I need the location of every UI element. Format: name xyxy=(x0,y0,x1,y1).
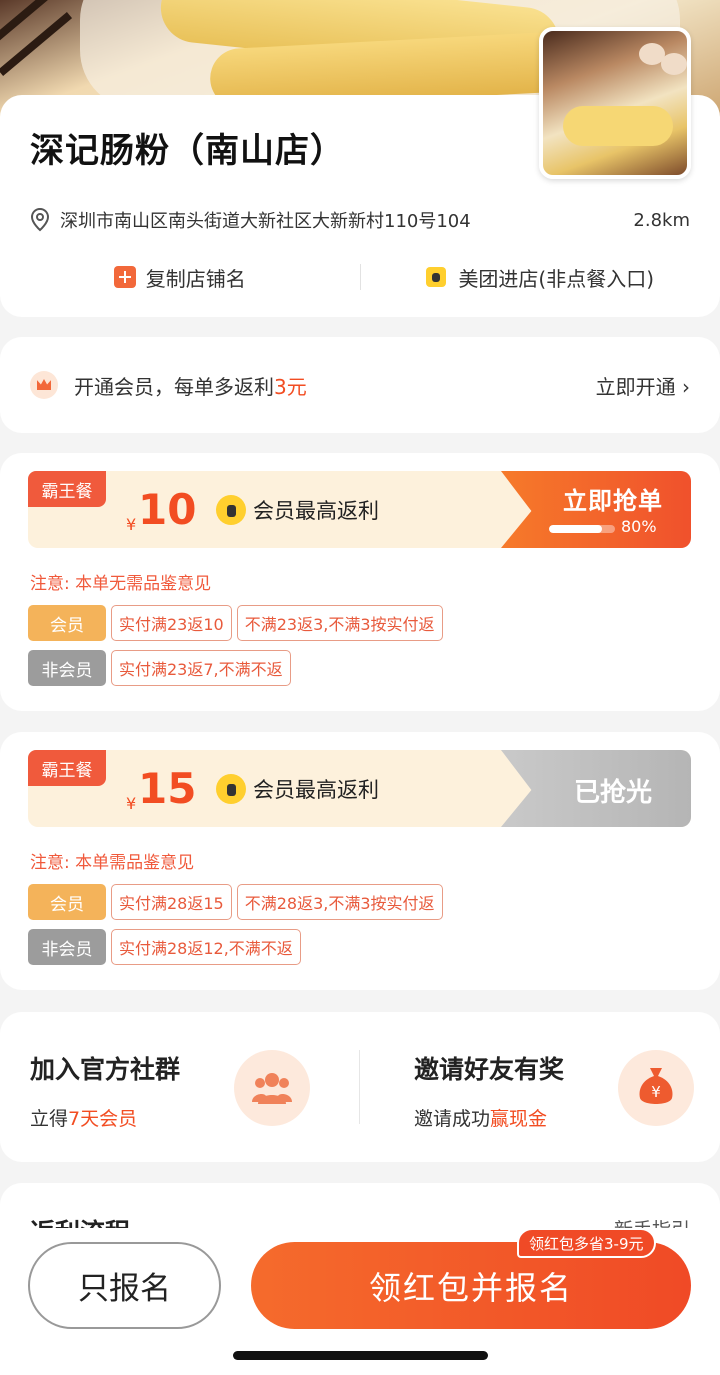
store-thumbnail[interactable] xyxy=(539,27,691,179)
money-bag-icon-wrapper: ¥ xyxy=(618,1050,694,1126)
group-icon xyxy=(252,1073,292,1104)
nonmember-rule: 实付满28返12,不满不返 xyxy=(111,929,301,965)
deal-bar: ¥ 10 会员最高返利 立即抢单 80% xyxy=(28,471,691,548)
location-pin-icon xyxy=(30,208,50,232)
nonmember-rules-row: 非会员 实付满23返7,不满不返 xyxy=(28,649,291,687)
deal-card: 霸王餐 ¥ 15 会员最高返利 已抢光 注意: 本单需品鉴意见 会员 实付满28… xyxy=(0,732,720,990)
community-subtitle: 立得7天会员 xyxy=(30,1108,138,1130)
copy-store-name-button[interactable]: 复制店铺名 xyxy=(0,263,360,292)
store-actions: 复制店铺名 美团进店(非点餐入口) xyxy=(0,255,720,299)
deal-note: 注意: 本单需品鉴意见 xyxy=(30,853,195,873)
membership-text: 开通会员，每单多返利3元 xyxy=(74,374,307,399)
member-rules-row: 会员 实付满23返10 不满23返3,不满3按实付返 xyxy=(28,604,443,642)
currency-symbol: ¥ xyxy=(126,515,137,534)
home-indicator xyxy=(233,1351,488,1360)
stock-progress-fill xyxy=(549,525,602,533)
nonmember-rule: 实付满23返7,不满不返 xyxy=(111,650,291,686)
currency-symbol: ¥ xyxy=(126,794,137,813)
max-rebate-label: 会员最高返利 xyxy=(253,499,379,523)
promo-card: 加入官方社群 立得7天会员 邀请好友有奖 邀请成功赢现金 ¥ xyxy=(0,1012,720,1162)
member-rule: 实付满28返15 xyxy=(111,884,232,920)
membership-banner[interactable]: 开通会员，每单多返利3元 立即开通 › xyxy=(0,337,720,433)
store-name: 深记肠粉（南山店） xyxy=(30,131,345,171)
group-icon-wrapper xyxy=(234,1050,310,1126)
invite-subtitle: 邀请成功赢现金 xyxy=(414,1108,548,1130)
kangaroo-icon xyxy=(216,495,246,525)
member-rule: 实付满23返10 xyxy=(111,605,232,641)
svg-text:¥: ¥ xyxy=(651,1083,661,1101)
crown-icon xyxy=(30,371,58,399)
member-rules-row: 会员 实付满28返15 不满28返3,不满3按实付返 xyxy=(28,883,443,921)
stock-progress-text: 80% xyxy=(621,517,657,536)
grab-order-button[interactable]: 立即抢单 80% xyxy=(501,471,691,548)
member-rule: 不满23返3,不满3按实付返 xyxy=(236,605,443,641)
member-rule: 不满28返3,不满3按实付返 xyxy=(236,884,443,920)
deal-bar: ¥ 15 会员最高返利 已抢光 xyxy=(28,750,691,827)
member-tag: 会员 xyxy=(28,884,106,920)
rebate-amount: 15 xyxy=(138,764,197,813)
deal-card: 霸王餐 ¥ 10 会员最高返利 立即抢单 80% 注意: 本单无需品鉴意见 会员… xyxy=(0,453,720,711)
copy-icon xyxy=(113,266,136,288)
meituan-store-button[interactable]: 美团进店(非点餐入口) xyxy=(361,263,720,292)
nonmember-rules-row: 非会员 实付满28返12,不满不返 xyxy=(28,928,301,966)
invite-title: 邀请好友有奖 xyxy=(414,1055,565,1084)
sold-out-label: 已抢光 xyxy=(573,778,652,808)
coupon-badge: 领红包多省3-9元 xyxy=(517,1228,656,1258)
store-info-card: 深记肠粉（南山店） 深圳市南山区南头街道大新社区大新新村110号104 2.8k… xyxy=(0,27,720,317)
open-membership-link[interactable]: 立即开通 › xyxy=(596,371,690,400)
store-address: 深圳市南山区南头街道大新社区大新新村110号104 xyxy=(60,211,471,232)
deal-badge: 霸王餐 xyxy=(28,471,106,507)
address-row[interactable]: 深圳市南山区南头街道大新社区大新新村110号104 2.8km xyxy=(30,205,690,235)
meituan-store-label: 美团进店(非点餐入口) xyxy=(458,266,655,291)
deal-note: 注意: 本单无需品鉴意见 xyxy=(30,574,212,594)
promo-divider xyxy=(359,1050,360,1124)
store-distance: 2.8km xyxy=(633,209,690,231)
copy-store-name-label: 复制店铺名 xyxy=(145,266,246,291)
nonmember-tag: 非会员 xyxy=(28,929,106,965)
stock-progress-bar xyxy=(549,525,615,533)
community-title: 加入官方社群 xyxy=(30,1055,181,1084)
sold-out-button: 已抢光 xyxy=(501,750,691,827)
deal-badge: 霸王餐 xyxy=(28,750,106,786)
max-rebate-label: 会员最高返利 xyxy=(253,778,379,802)
rebate-amount: 10 xyxy=(138,485,197,534)
grab-order-label: 立即抢单 xyxy=(563,487,663,515)
signup-only-button[interactable]: 只报名 xyxy=(28,1242,221,1329)
member-tag: 会员 xyxy=(28,605,106,641)
kangaroo-icon xyxy=(216,774,246,804)
meituan-icon xyxy=(426,267,447,287)
bottom-action-bar: 只报名 领红包并报名 领红包多省3-9元 xyxy=(0,1228,720,1375)
nonmember-tag: 非会员 xyxy=(28,650,106,686)
money-bag-icon: ¥ xyxy=(639,1068,673,1104)
